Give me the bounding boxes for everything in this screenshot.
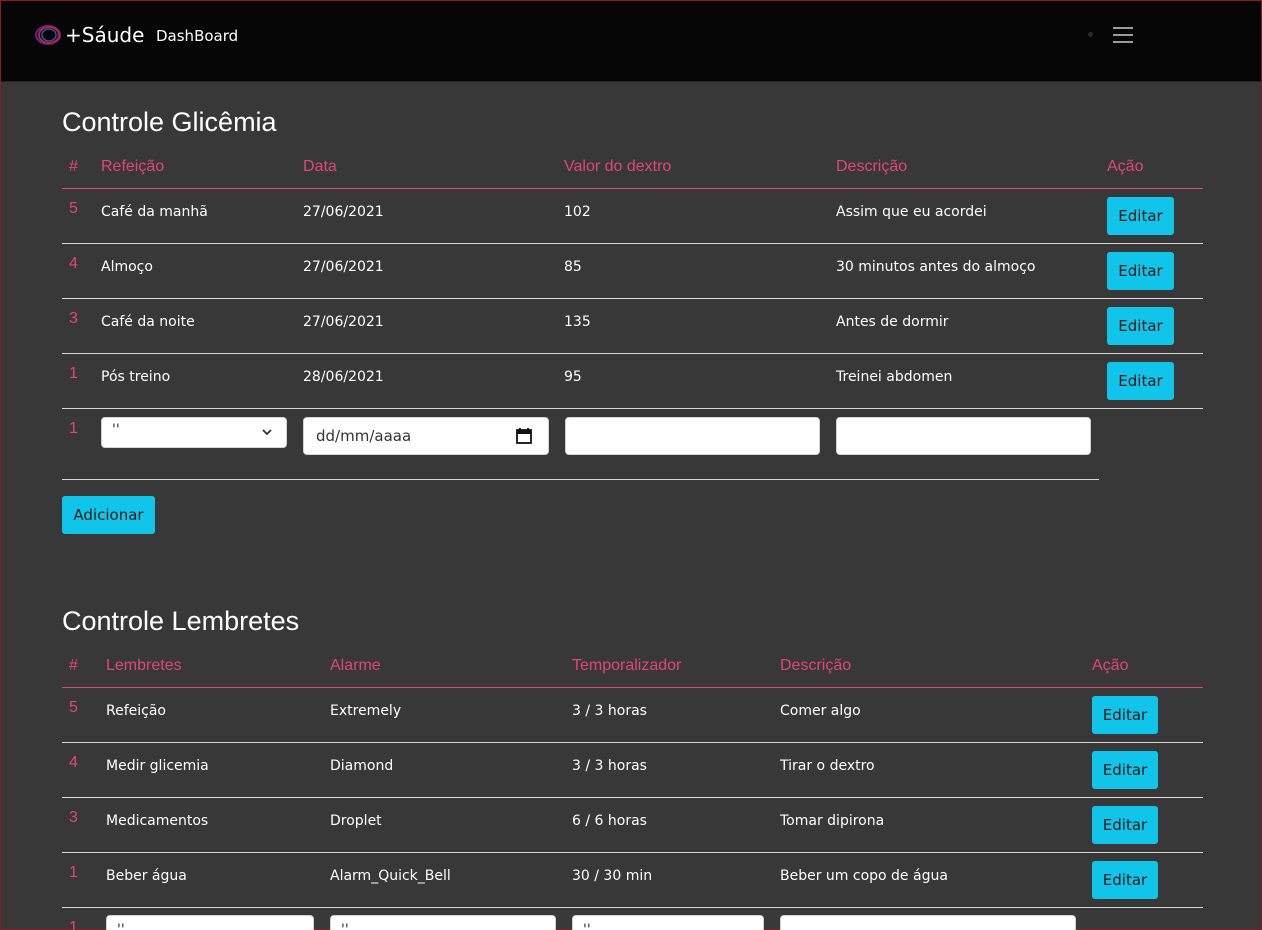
- cell-lembrete: Beber água: [106, 868, 187, 884]
- th-alarme: Alarme: [330, 657, 381, 674]
- row-divider: [62, 243, 1203, 244]
- glicemia-title: Controle Glicêmia: [62, 107, 277, 137]
- date-placeholder: dd/mm/aaaa: [316, 427, 412, 445]
- cell-descricao: Tirar o dextro: [780, 758, 875, 774]
- edit-button[interactable]: Editar: [1107, 307, 1174, 345]
- cell-alarme: Droplet: [330, 813, 382, 829]
- row-index: 3: [69, 310, 78, 327]
- select-value: '': [112, 422, 120, 438]
- cell-lembrete: Refeição: [106, 703, 166, 719]
- cell-refeicao: Café da manhã: [101, 204, 208, 220]
- chevron-down-icon: [262, 429, 272, 436]
- edit-button[interactable]: Editar: [1107, 362, 1174, 400]
- edit-button[interactable]: Editar: [1092, 861, 1158, 899]
- th-acao: Ação: [1092, 657, 1129, 674]
- calendar-icon[interactable]: [516, 427, 532, 444]
- cell-lembrete: Medicamentos: [106, 813, 209, 829]
- th-index: #: [69, 657, 78, 674]
- cell-descricao: 30 minutos antes do almoço: [836, 259, 1036, 275]
- input-value: '': [117, 922, 125, 930]
- row-divider: [62, 353, 1203, 354]
- th-data: Data: [303, 158, 337, 175]
- edit-button[interactable]: Editar: [1107, 252, 1174, 290]
- input-value: '': [583, 922, 591, 930]
- add-button[interactable]: Adicionar: [62, 496, 155, 534]
- brand-name[interactable]: +Sáude: [65, 23, 144, 47]
- row-index: 4: [69, 754, 78, 771]
- cell-tempo: 6 / 6 horas: [572, 813, 647, 829]
- cell-descricao: Tomar dipirona: [780, 813, 885, 829]
- th-temporalizador: Temporalizador: [572, 657, 682, 674]
- row-index: 1: [69, 864, 78, 881]
- cell-tempo: 3 / 3 horas: [572, 758, 647, 774]
- cell-refeicao: Café da noite: [101, 314, 195, 330]
- th-descricao: Descrição: [836, 158, 908, 175]
- row-index: 3: [69, 809, 78, 826]
- lembretes-title: Controle Lembretes: [62, 606, 300, 636]
- row-divider: [62, 298, 1203, 299]
- th-acao: Ação: [1107, 158, 1144, 175]
- th-lembretes: Lembretes: [106, 657, 182, 674]
- cell-data: 27/06/2021: [303, 259, 384, 275]
- cell-alarme: Extremely: [330, 703, 402, 719]
- row-divider: [62, 479, 1099, 480]
- row-index: 1: [69, 365, 78, 382]
- row-index: 5: [69, 200, 78, 217]
- cell-descricao: Assim que eu acordei: [836, 204, 987, 220]
- lembrete-input[interactable]: '': [106, 915, 314, 930]
- row-index: 5: [69, 699, 78, 716]
- cell-tempo: 30 / 30 min: [572, 868, 653, 884]
- header-divider: [62, 188, 1203, 189]
- cell-refeicao: Almoço: [101, 259, 153, 275]
- cell-alarme: Diamond: [330, 758, 394, 774]
- cell-descricao: Comer algo: [780, 703, 861, 719]
- cell-data: 27/06/2021: [303, 314, 384, 330]
- th-valor: Valor do dextro: [564, 158, 672, 175]
- row-index: 1: [69, 420, 78, 437]
- alarme-input[interactable]: '': [330, 915, 556, 930]
- cell-valor: 95: [564, 369, 582, 385]
- cell-descricao: Antes de dormir: [836, 314, 949, 330]
- row-divider: [62, 907, 1203, 908]
- menu-icon[interactable]: [1113, 27, 1133, 44]
- row-divider: [62, 797, 1203, 798]
- row-divider: [62, 852, 1203, 853]
- input-value: '': [341, 922, 349, 930]
- row-divider: [62, 408, 1203, 409]
- cell-valor: 85: [564, 259, 582, 275]
- valor-input[interactable]: [565, 417, 820, 455]
- tempo-input[interactable]: '': [572, 915, 764, 930]
- edit-button[interactable]: Editar: [1107, 197, 1174, 235]
- cell-refeicao: Pós treino: [101, 369, 171, 385]
- edit-button[interactable]: Editar: [1092, 751, 1158, 789]
- descricao-input[interactable]: [836, 417, 1091, 455]
- th-refeicao: Refeição: [101, 158, 165, 175]
- cell-data: 28/06/2021: [303, 369, 384, 385]
- header-divider: [62, 687, 1203, 688]
- cell-descricao: Treinei abdomen: [836, 369, 953, 385]
- date-input[interactable]: dd/mm/aaaa: [303, 417, 549, 455]
- refeicao-select[interactable]: '': [101, 417, 287, 448]
- th-descricao: Descrição: [780, 657, 852, 674]
- row-index: 4: [69, 255, 78, 272]
- cell-lembrete: Medir glicemia: [106, 758, 209, 774]
- descricao-input[interactable]: [780, 915, 1076, 930]
- edit-button[interactable]: Editar: [1092, 696, 1158, 734]
- cell-data: 27/06/2021: [303, 204, 384, 220]
- cell-alarme: Alarm_Quick_Bell: [330, 868, 451, 884]
- row-index: 1: [69, 919, 78, 930]
- edit-button[interactable]: Editar: [1092, 806, 1158, 844]
- cell-tempo: 3 / 3 horas: [572, 703, 647, 719]
- row-divider: [62, 742, 1203, 743]
- cell-descricao: Beber um copo de água: [780, 868, 948, 884]
- nav-link-dashboard[interactable]: DashBoard: [156, 27, 238, 45]
- cell-valor: 102: [564, 204, 591, 220]
- cell-valor: 135: [564, 314, 591, 330]
- logo-icon[interactable]: [34, 23, 64, 47]
- status-dot: [1088, 32, 1093, 37]
- th-index: #: [69, 158, 78, 175]
- navbar: +Sáude DashBoard: [1, 1, 1261, 82]
